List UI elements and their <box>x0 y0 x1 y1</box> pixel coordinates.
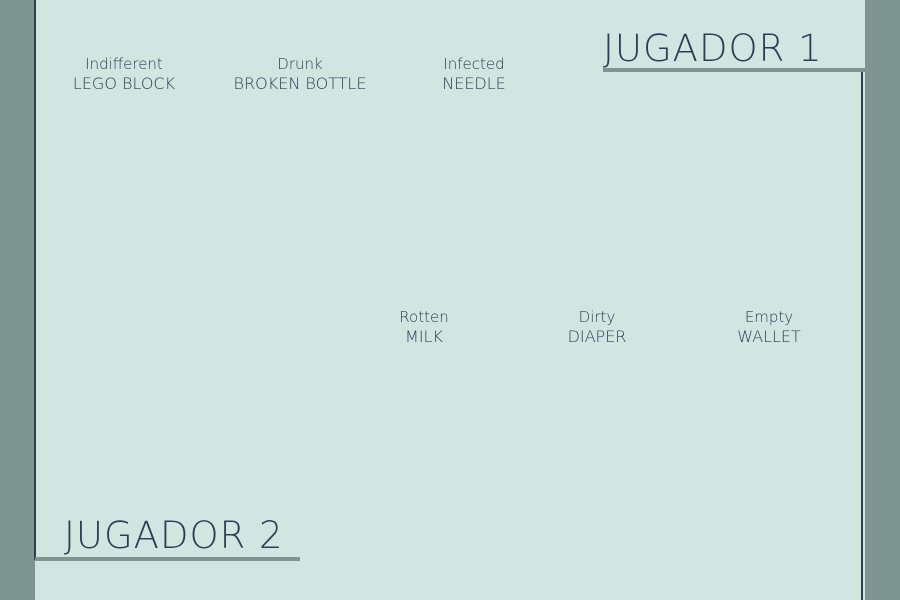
card-name: WALLET <box>737 327 801 346</box>
card-adjective: Drunk <box>277 55 323 73</box>
card-name: MILK <box>405 327 443 346</box>
player-1-underline <box>603 68 865 72</box>
card-broken-bottle[interactable]: Drunk BROKEN BOTTLE <box>230 54 370 94</box>
card-needle[interactable]: Infected NEEDLE <box>404 54 544 94</box>
card-wallet[interactable]: Empty WALLET <box>699 307 839 347</box>
card-name: DIAPER <box>567 327 627 346</box>
card-lego-block[interactable]: Indifferent LEGO BLOCK <box>54 54 194 94</box>
player-2-underline <box>35 557 300 561</box>
card-milk[interactable]: Rotten MILK <box>354 307 494 347</box>
player-2-title: JUGADOR 2 <box>64 514 284 557</box>
card-adjective: Dirty <box>578 308 616 326</box>
card-name: LEGO BLOCK <box>72 74 176 93</box>
card-adjective: Indifferent <box>85 55 163 73</box>
player-1-title: JUGADOR 1 <box>603 27 823 70</box>
card-adjective: Empty <box>744 308 794 326</box>
card-name: NEEDLE <box>442 74 506 93</box>
card-diaper[interactable]: Dirty DIAPER <box>527 307 667 347</box>
board-left-border <box>34 0 36 560</box>
card-adjective: Infected <box>443 55 505 73</box>
card-adjective: Rotten <box>399 308 449 326</box>
card-name: BROKEN BOTTLE <box>233 74 367 93</box>
board-right-border <box>861 71 863 600</box>
